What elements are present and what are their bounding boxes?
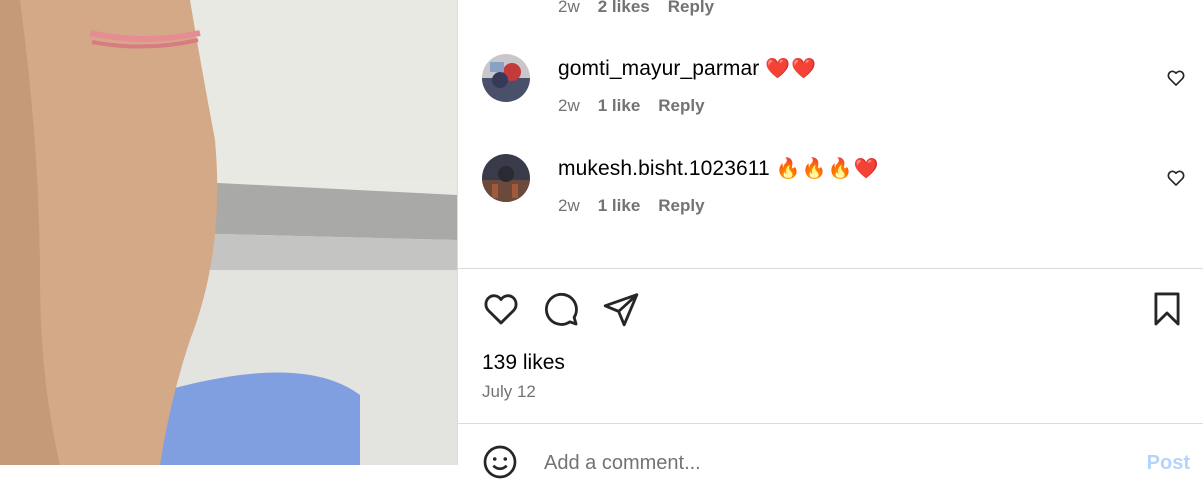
comment-like-heart-icon[interactable]: [1166, 168, 1186, 188]
comment-meta: 2w 1 like Reply: [558, 96, 705, 116]
comment-composer: Add a comment... Post: [482, 440, 1190, 480]
comment-username[interactable]: gomti_mayur_parmar: [558, 57, 759, 81]
comment-time: 2w: [558, 96, 580, 115]
reply-button[interactable]: Reply: [658, 96, 704, 116]
comment-item: gomti_mayur_parmar ❤️❤️ 2w 1 like Reply: [482, 54, 1185, 116]
avatar[interactable]: [482, 154, 530, 202]
smiley-icon[interactable]: [482, 444, 518, 480]
divider: [458, 268, 1203, 269]
divider: [458, 423, 1203, 424]
comment-icon[interactable]: [542, 290, 580, 328]
comment-emoji: 🔥🔥🔥❤️: [775, 158, 880, 180]
comment-meta: 2w 1 like Reply: [558, 196, 705, 216]
post-image: [0, 0, 457, 465]
comment-item: mukesh.bisht.1023611 🔥🔥🔥❤️ 2w 1 like Rep…: [482, 154, 1185, 216]
action-bar: [482, 290, 1182, 330]
post-date: July 12: [482, 382, 536, 401]
comment-likes[interactable]: 1 like: [598, 196, 641, 216]
avatar[interactable]: [482, 54, 530, 102]
comment-like-heart-icon[interactable]: [1166, 68, 1186, 88]
bookmark-icon[interactable]: [1148, 290, 1186, 328]
comment-input[interactable]: Add a comment...: [544, 452, 701, 475]
post-button[interactable]: Post: [1147, 452, 1190, 475]
comment-time: 2w: [558, 0, 580, 16]
comments-panel: 2w 2 likes Reply gomti_mayur_parmar ❤️❤️…: [457, 0, 1203, 479]
reply-button[interactable]: Reply: [658, 196, 704, 216]
comment-username[interactable]: mukesh.bisht.1023611: [558, 157, 770, 181]
comment-text: gomti_mayur_parmar ❤️❤️: [558, 56, 817, 81]
comment-likes[interactable]: 2 likes: [598, 0, 650, 17]
previous-comment-meta: 2w 2 likes Reply: [558, 0, 714, 17]
likes-count[interactable]: 139 likes: [482, 351, 565, 375]
heart-icon[interactable]: [482, 290, 520, 328]
comment-emoji: ❤️❤️: [765, 58, 818, 80]
reply-button[interactable]: Reply: [668, 0, 714, 17]
comment-time: 2w: [558, 196, 580, 215]
comment-text: mukesh.bisht.1023611 🔥🔥🔥❤️: [558, 156, 879, 181]
comment-likes[interactable]: 1 like: [598, 96, 641, 116]
share-icon[interactable]: [602, 290, 640, 328]
